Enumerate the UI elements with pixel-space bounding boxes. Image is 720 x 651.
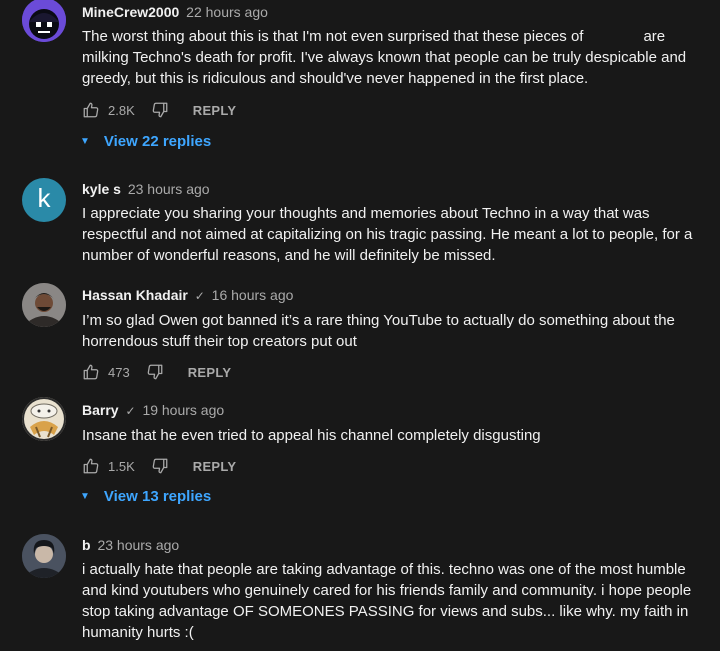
comment-text: i actually hate that people are taking a…: [82, 561, 692, 641]
comment-meta: kyle s 23 hours ago: [82, 179, 696, 199]
avatar[interactable]: [22, 283, 66, 327]
view-replies-button[interactable]: ▼ View 13 replies: [80, 484, 211, 508]
comment-meta: Hassan Khadair ✓ 16 hours ago: [82, 285, 696, 306]
like-count: 2.8K: [108, 102, 135, 118]
comment-text: The worst thing about this is that I'm n…: [82, 26, 696, 89]
avatar-image: [22, 0, 66, 42]
reply-button[interactable]: REPLY: [193, 103, 237, 118]
avatar[interactable]: [22, 397, 66, 441]
dislike-button[interactable]: [146, 363, 164, 381]
comment-author[interactable]: Barry: [82, 402, 119, 418]
comment-time[interactable]: 23 hours ago: [97, 537, 179, 553]
comment-text: Insane that he even tried to appeal his …: [82, 427, 541, 444]
comment-author[interactable]: b: [82, 537, 91, 553]
comment-time[interactable]: 16 hours ago: [212, 287, 294, 303]
view-replies-label: View 13 replies: [103, 487, 212, 505]
avatar-image: [22, 534, 66, 578]
comment-author[interactable]: Hassan Khadair: [82, 287, 188, 303]
comment-meta: b 23 hours ago: [82, 535, 696, 555]
reply-button[interactable]: REPLY: [188, 365, 232, 380]
triangle-down-icon: ▼: [80, 135, 90, 147]
comment-text: I appreciate you sharing your thoughts a…: [82, 205, 693, 264]
check-icon: ✓: [125, 404, 136, 418]
comment-actions: 473 REPLY: [82, 360, 231, 384]
like-button[interactable]: [82, 457, 100, 475]
avatar[interactable]: k: [22, 178, 66, 222]
comment-actions: 1.5K REPLY: [82, 454, 236, 478]
avatar[interactable]: [22, 0, 66, 42]
comment-author[interactable]: kyle s: [82, 181, 121, 197]
comment-meta: Barry ✓ 19 hours ago: [82, 400, 696, 421]
view-replies-label: View 22 replies: [103, 132, 212, 150]
thumbs-down-icon: [152, 102, 168, 118]
thumbs-up-icon: [83, 364, 99, 380]
avatar-letter: k: [37, 182, 51, 213]
view-replies-button[interactable]: ▼ View 22 replies: [80, 129, 211, 153]
comment-actions: 2.8K REPLY: [82, 98, 236, 122]
comment-author[interactable]: MineCrew2000: [82, 4, 179, 20]
check-icon: ✓: [194, 289, 205, 303]
thumbs-up-icon: [83, 458, 99, 474]
like-button[interactable]: [82, 101, 100, 119]
like-button[interactable]: [82, 363, 100, 381]
dislike-button[interactable]: [151, 457, 169, 475]
triangle-down-icon: ▼: [80, 490, 90, 502]
avatar[interactable]: [22, 534, 66, 578]
comment-time[interactable]: 22 hours ago: [186, 4, 268, 20]
comment-time[interactable]: 19 hours ago: [142, 402, 224, 418]
avatar-image: [22, 397, 66, 441]
like-count: 1.5K: [108, 458, 135, 474]
avatar-image: [22, 283, 66, 327]
comment-time[interactable]: 23 hours ago: [128, 181, 210, 197]
comment-meta: MineCrew2000 22 hours ago: [82, 2, 696, 22]
like-count: 473: [108, 364, 130, 380]
thumbs-down-icon: [152, 458, 168, 474]
reply-button[interactable]: REPLY: [193, 459, 237, 474]
thumbs-down-icon: [147, 364, 163, 380]
comment-text-part: The worst thing about this is that I'm n…: [82, 28, 584, 45]
dislike-button[interactable]: [151, 101, 169, 119]
thumbs-up-icon: [83, 102, 99, 118]
comment-text: I’m so glad Owen got banned it’s a rare …: [82, 312, 675, 350]
